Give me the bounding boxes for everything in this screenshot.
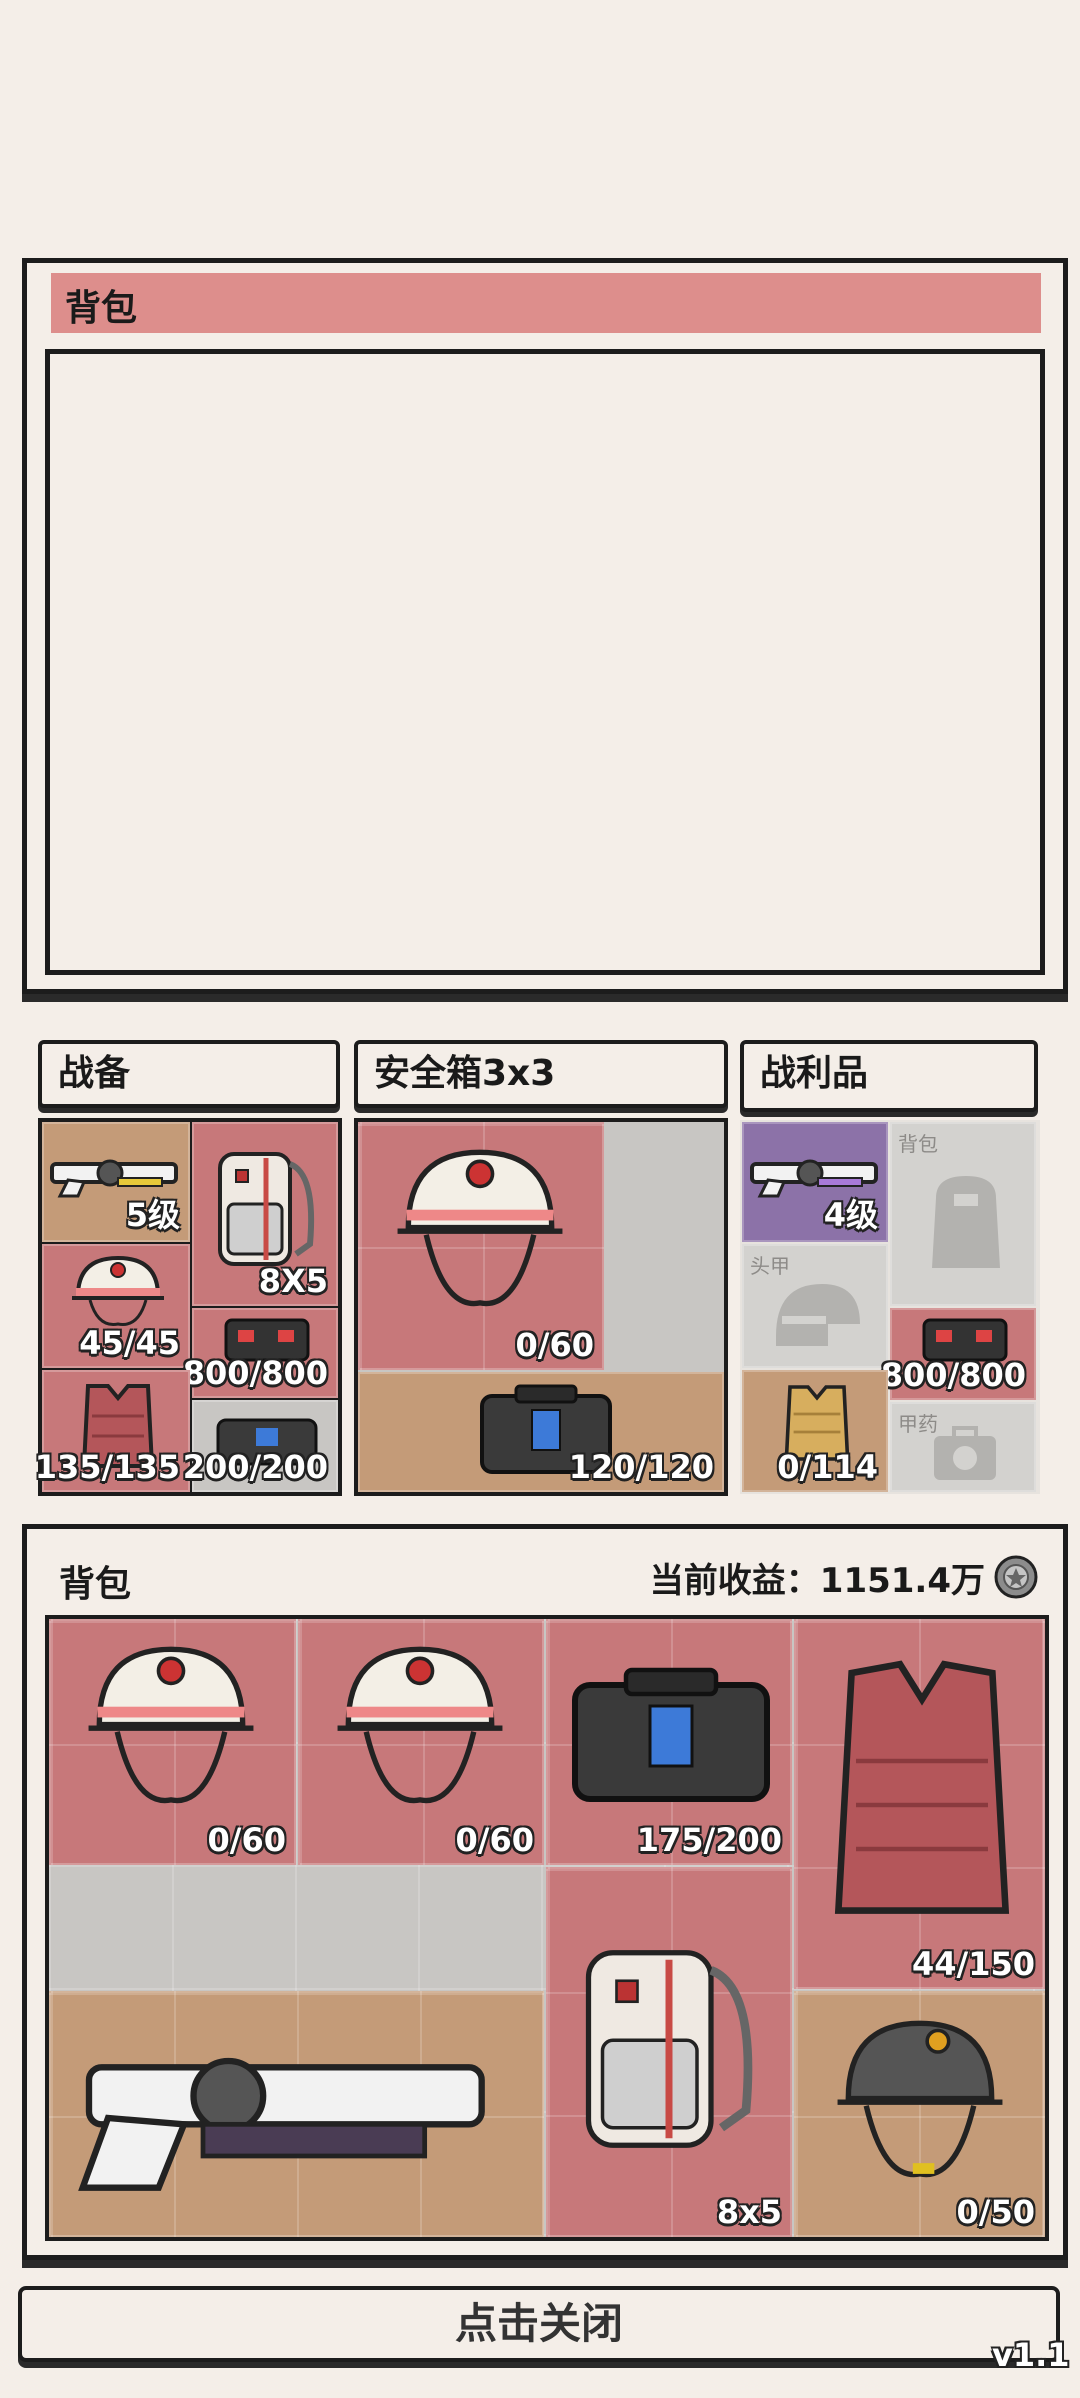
earnings-label: 当前收益： [649, 1560, 820, 1601]
helmet-icon [837, 2020, 1003, 2178]
main-backpack-panel: 背包 当前收益： 1151.4万 0/60 0/60 175/200 44/15… [22, 1524, 1068, 2260]
loadout-tab: 战备 [38, 1040, 340, 1108]
helmet-icon [88, 1646, 254, 1804]
coin-icon [994, 1555, 1038, 1599]
backpack-helmet-2-durability: 0/60 [455, 1821, 534, 1859]
backpack-item-backpack-size: 8x5 [716, 2193, 782, 2231]
loadout-title: 战备 [58, 1053, 131, 1094]
loot-chest-rig-slot[interactable]: 800/800 [881, 1308, 1036, 1400]
top-backpack-header: 背包 [51, 273, 1041, 333]
main-backpack-title: 背包 [59, 1564, 132, 1605]
loadout-armor-durability: 135/135 [34, 1448, 180, 1486]
earnings-value: 1151.4万 [819, 1560, 985, 1601]
earnings: 当前收益： 1151.4万 [650, 1547, 1039, 1607]
backpack-icon [585, 1950, 753, 2148]
loot-chest-rig-capacity: 800/800 [880, 1356, 1026, 1394]
helmet-icon [397, 1149, 563, 1307]
loadout-bag-durability: 200/200 [182, 1448, 328, 1486]
loadout-bag-slot[interactable]: 200/200 [183, 1400, 338, 1492]
backpack-dark-helmet[interactable]: 0/50 [794, 1991, 1045, 2237]
loot-tab: 战利品 [740, 1040, 1038, 1112]
close-button[interactable]: 点击关闭 [18, 2286, 1060, 2362]
backpack-armor-vest[interactable]: 44/150 [794, 1619, 1045, 1989]
loot-armor-durability: 0/114 [777, 1448, 878, 1486]
rifle-icon [78, 2057, 485, 2191]
loadout-chest-rig-slot[interactable]: 800/800 [183, 1308, 338, 1398]
top-backpack-grid[interactable] [45, 349, 1045, 975]
backpack-armor-vest-durability: 44/150 [911, 1945, 1035, 1983]
loadout-chest-rig-capacity: 800/800 [182, 1354, 328, 1392]
main-backpack-grid: 0/60 0/60 175/200 44/150 8x5 0/50 [45, 1615, 1049, 2241]
armor-vest-icon [834, 1660, 1010, 1914]
safebox-bag-durability: 120/120 [568, 1448, 714, 1486]
loadout-weapon-slot[interactable]: 5级 [42, 1122, 190, 1242]
loot-helmet-slot[interactable]: 头甲 [742, 1244, 888, 1368]
loadout-backpack-size: 8X5 [258, 1262, 328, 1300]
loot-armor-slot[interactable]: 0/114 [742, 1370, 888, 1492]
backpack-duffel-bag-durability: 175/200 [636, 1821, 782, 1859]
safebox-tab: 安全箱3x3 [354, 1040, 728, 1108]
loot-weapon-slot[interactable]: 4级 [742, 1122, 888, 1242]
backpack-rifle[interactable] [49, 1991, 544, 2237]
loadout-weapon-level: 5级 [125, 1196, 180, 1234]
loadout-grid: 5级 8X5 45/45 800/800 135/135 200/200 [35, 1118, 342, 1496]
repair-kit-placeholder-icon [934, 1426, 996, 1480]
version-text: v1.1 [992, 2336, 1070, 2374]
loot-helmet-slot-label: 头甲 [750, 1254, 790, 1278]
safebox-helmet-slot[interactable]: 0/60 [358, 1122, 604, 1370]
loot-grid: 4级 背包 头甲 800/800 0/114 甲药 [740, 1120, 1040, 1494]
loadout-helmet-durability: 45/45 [79, 1324, 180, 1362]
loadout-helmet-slot[interactable]: 45/45 [42, 1244, 190, 1368]
safebox-grid: 0/60 120/120 [354, 1118, 728, 1496]
version-label: v1.1 [992, 2336, 1070, 2374]
loadout-armor-slot[interactable]: 135/135 [35, 1370, 190, 1492]
backpack-duffel-bag[interactable]: 175/200 [546, 1619, 792, 1865]
helmet-icon [337, 1646, 503, 1804]
backpack-helmet-1-durability: 0/60 [207, 1821, 286, 1859]
safebox-helmet-durability: 0/60 [515, 1326, 594, 1364]
helmet-placeholder-icon [776, 1284, 860, 1346]
top-backpack-panel: 背包 [22, 258, 1068, 994]
backpack-placeholder-icon [932, 1176, 1000, 1268]
duffel-bag-icon [572, 1667, 770, 1802]
backpack-helmet-1[interactable]: 0/60 [49, 1619, 296, 1865]
loot-weapon-level: 4级 [823, 1196, 878, 1234]
backpack-item-backpack[interactable]: 8x5 [546, 1867, 792, 2237]
backpack-helmet-2[interactable]: 0/60 [298, 1619, 544, 1865]
loot-backpack-slot-label: 背包 [898, 1132, 938, 1156]
loot-backpack-slot[interactable]: 背包 [890, 1122, 1036, 1306]
backpack-dark-helmet-durability: 0/50 [956, 2193, 1035, 2231]
loot-medkit-slot[interactable]: 甲药 [890, 1402, 1036, 1492]
loadout-backpack-slot[interactable]: 8X5 [192, 1122, 338, 1306]
close-button-label: 点击关闭 [454, 2299, 623, 2348]
safebox-title: 安全箱3x3 [374, 1053, 556, 1094]
safebox-bag-slot[interactable]: 120/120 [358, 1372, 724, 1492]
helmet-icon [72, 1255, 164, 1326]
loot-title: 战利品 [760, 1053, 869, 1094]
top-backpack-title: 背包 [65, 288, 138, 329]
